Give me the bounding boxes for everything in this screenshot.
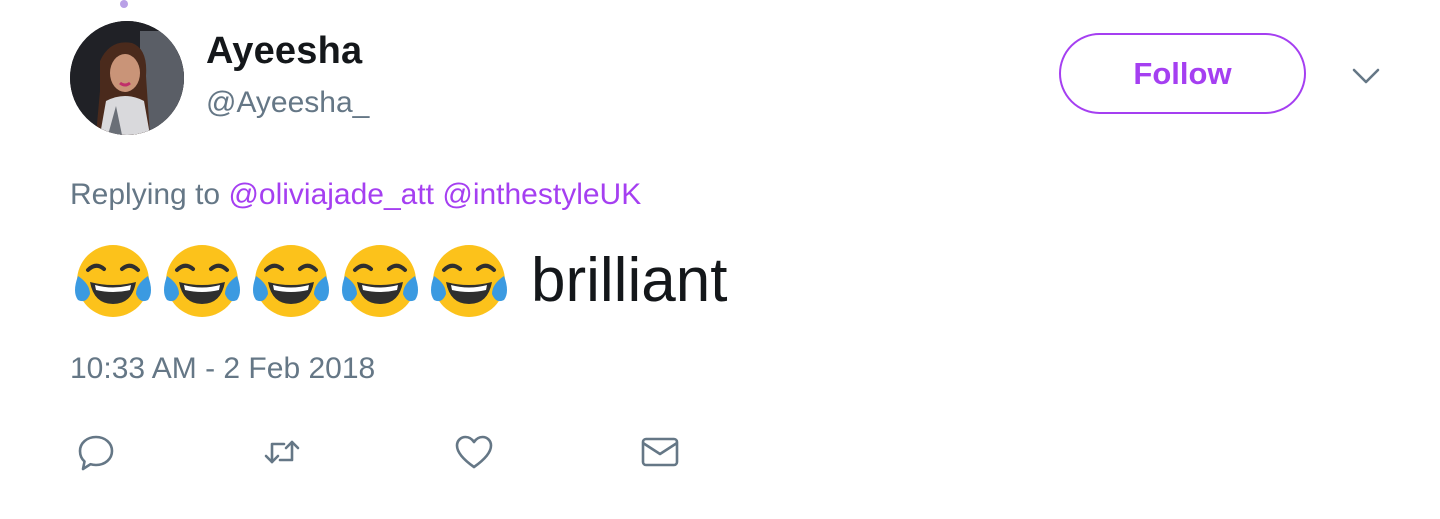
chevron-down-icon[interactable] (1350, 60, 1382, 92)
tweet-timestamp[interactable]: 10:33 AM - 2 Feb 2018 (70, 352, 375, 386)
like-icon[interactable] (454, 432, 494, 472)
tears-of-joy-emoji-icon (426, 238, 512, 324)
retweet-icon[interactable] (262, 432, 302, 472)
tweet-text-content: brilliant (531, 246, 728, 315)
tears-of-joy-emoji-icon (70, 238, 156, 324)
thread-connector (120, 0, 128, 8)
follow-button[interactable]: Follow (1059, 33, 1306, 114)
replying-to-label: Replying to (70, 178, 221, 211)
user-handle[interactable]: @Ayeesha_ (206, 86, 369, 120)
tweet-text: brilliant (70, 236, 727, 326)
reply-icon[interactable] (76, 432, 116, 472)
tears-of-joy-emoji-icon (248, 238, 334, 324)
direct-message-icon[interactable] (640, 432, 680, 472)
tears-of-joy-emoji-icon (337, 238, 423, 324)
display-name[interactable]: Ayeesha (206, 30, 362, 73)
tears-of-joy-emoji-icon (159, 238, 245, 324)
mention-link[interactable]: @oliviajade_att (228, 178, 434, 211)
avatar[interactable] (70, 21, 184, 135)
mention-link[interactable]: @inthestyleUK (442, 178, 641, 211)
replying-to-line: Replying to @oliviajade_att @inthestyleU… (70, 178, 641, 212)
